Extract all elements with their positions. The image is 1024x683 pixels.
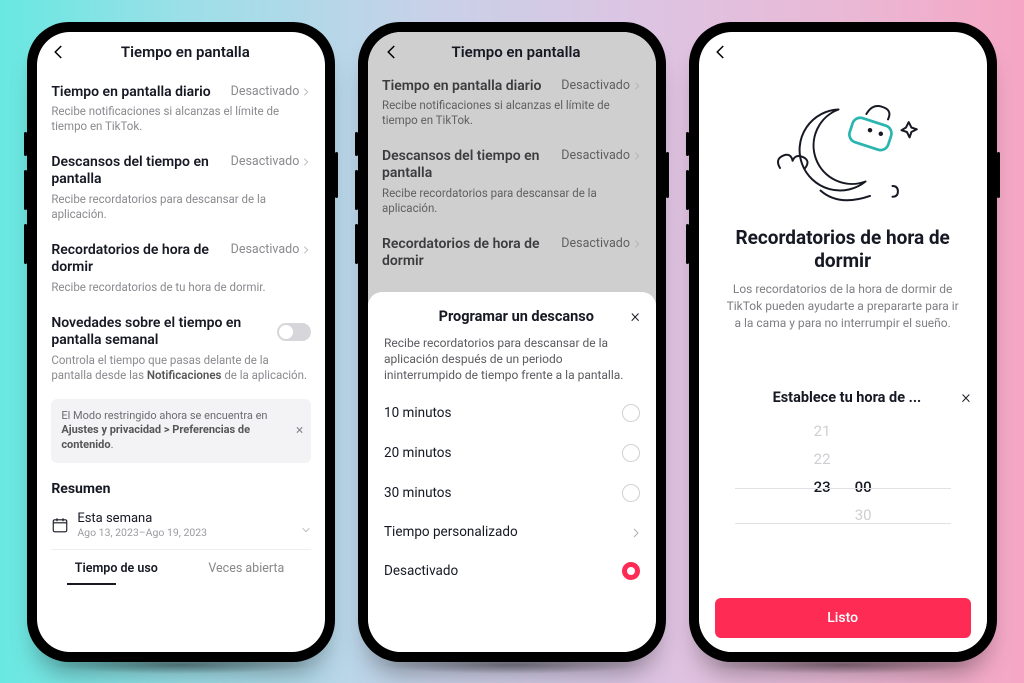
- close-icon[interactable]: ×: [961, 387, 970, 408]
- option-20-min[interactable]: 20 minutos: [384, 433, 640, 473]
- tab-open-count[interactable]: Veces abierta: [181, 550, 311, 585]
- screen-3: Recordatorios de hora de dormir Los reco…: [699, 32, 987, 652]
- sheet-title: Establece tu hora de ...: [733, 389, 962, 406]
- chevron-right-icon: [301, 86, 311, 96]
- radio-icon: [622, 444, 640, 462]
- dimmed-background: Tiempo en pantalla Tiempo en pantalla di…: [368, 32, 656, 281]
- weekly-toggle[interactable]: [277, 323, 311, 341]
- week-selector[interactable]: Esta semana Ago 13, 2023–Ago 19, 2023: [51, 507, 311, 549]
- radio-icon: [622, 404, 640, 422]
- settings-list: Tiempo en pantalla diario Desactivado Re…: [37, 68, 325, 652]
- option-disabled[interactable]: Desactivado: [384, 551, 640, 591]
- minute-column[interactable]: 00 30: [855, 422, 872, 586]
- row-daily-screentime[interactable]: Tiempo en pantalla diario Desactivado Re…: [51, 74, 311, 144]
- screen-2: Tiempo en pantalla Tiempo en pantalla di…: [368, 32, 656, 652]
- chevron-down-icon: [301, 520, 311, 530]
- row-screen-breaks[interactable]: Descansos del tiempo en pantalla Desacti…: [51, 144, 311, 232]
- calendar-icon: [51, 516, 69, 534]
- summary-heading: Resumen: [51, 481, 311, 497]
- option-30-min[interactable]: 30 minutos: [384, 473, 640, 513]
- tab-usage-time[interactable]: Tiempo de uso: [51, 550, 181, 585]
- chevron-right-icon: [630, 527, 640, 537]
- chevron-right-icon: [301, 244, 311, 254]
- topbar: Tiempo en pantalla: [37, 32, 325, 68]
- time-picker[interactable]: 21 22 23 00 30: [715, 416, 971, 590]
- break-schedule-sheet: Programar un descanso × Recibe recordato…: [368, 292, 656, 652]
- row-desc: Recibe notificaciones si alcanzas el lím…: [51, 104, 311, 134]
- screen-1: Tiempo en pantalla Tiempo en pantalla di…: [37, 32, 325, 652]
- option-custom-time[interactable]: Tiempo personalizado: [384, 513, 640, 551]
- close-icon[interactable]: ×: [296, 421, 303, 440]
- back-button[interactable]: [711, 42, 731, 62]
- sleep-title: Recordatorios de hora de dormir: [721, 226, 965, 274]
- radio-selected-icon: [622, 562, 640, 580]
- close-icon[interactable]: ×: [631, 306, 640, 327]
- phone-frame-3: Recordatorios de hora de dormir Los reco…: [689, 22, 997, 662]
- sheet-title: Programar un descanso: [402, 308, 631, 325]
- row-status: Desactivado: [231, 84, 312, 99]
- moon-phone-illustration: [721, 80, 965, 220]
- restricted-mode-notice: El Modo restringido ahora se encuentra e…: [51, 399, 311, 464]
- page-title: Tiempo en pantalla: [57, 43, 313, 61]
- row-weekly-updates: Novedades sobre el tiempo en pantalla se…: [51, 305, 311, 393]
- option-10-min[interactable]: 10 minutos: [384, 393, 640, 433]
- set-bedtime-sheet: Establece tu hora de ... × 21 22 23 00 3…: [699, 372, 987, 652]
- arrow-left-icon: [712, 43, 730, 61]
- sheet-description: Recibe recordatorios para descansar de l…: [384, 335, 640, 384]
- summary-tabs: Tiempo de uso Veces abierta: [51, 549, 311, 585]
- phone-frame-2: Tiempo en pantalla Tiempo en pantalla di…: [358, 22, 666, 662]
- phone-frame-1: Tiempo en pantalla Tiempo en pantalla di…: [27, 22, 335, 662]
- row-sleep-reminders[interactable]: Recordatorios de hora de dormir Desactiv…: [51, 232, 311, 305]
- chevron-right-icon: [301, 156, 311, 166]
- sleep-description: Los recordatorios de la hora de dormir d…: [721, 281, 965, 331]
- row-title: Tiempo en pantalla diario: [51, 84, 222, 102]
- radio-icon: [622, 484, 640, 502]
- done-button[interactable]: Listo: [715, 598, 971, 638]
- hour-column[interactable]: 21 22 23: [814, 422, 831, 586]
